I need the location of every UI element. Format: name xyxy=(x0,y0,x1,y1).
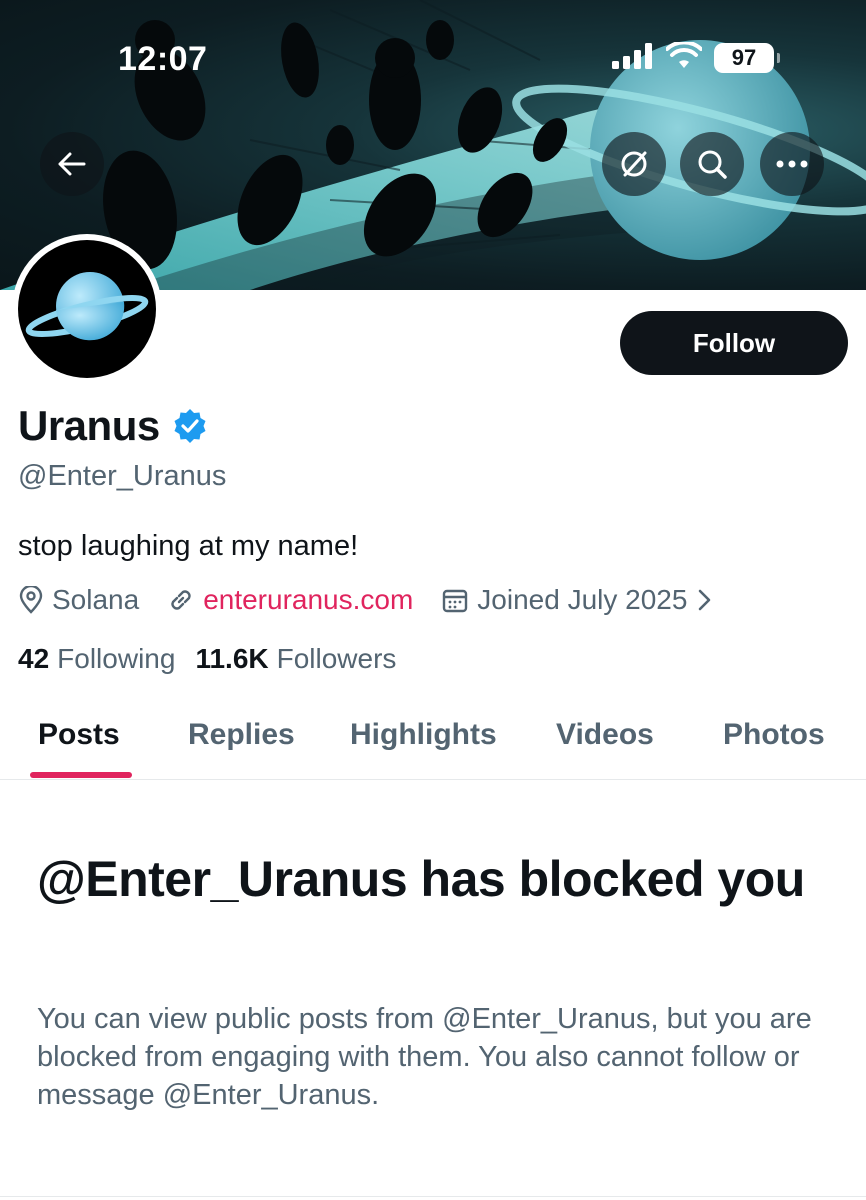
following-count: 42 xyxy=(18,643,50,674)
planet-icon xyxy=(25,272,149,341)
profile-handle: @Enter_Uranus xyxy=(18,460,227,492)
profile-meta: Solana enteruranus.com Joined July 2025 xyxy=(18,584,741,616)
search-button[interactable] xyxy=(680,132,744,196)
tab-replies[interactable]: Replies xyxy=(188,718,295,752)
tab-posts[interactable]: Posts xyxy=(38,718,120,752)
more-options-button[interactable] xyxy=(760,132,824,196)
verified-badge-icon[interactable] xyxy=(172,408,208,444)
blocked-title: @Enter_Uranus has blocked you xyxy=(37,851,805,907)
joined-text: Joined July 2025 xyxy=(477,584,688,615)
display-name-row: Uranus xyxy=(18,402,208,450)
following-label: Following xyxy=(57,643,176,674)
status-time: 12:07 xyxy=(118,40,208,78)
joined-date[interactable]: Joined July 2025 xyxy=(441,584,713,616)
more-icon xyxy=(776,160,808,168)
noise-icon xyxy=(621,151,647,177)
follow-button[interactable]: Follow xyxy=(620,311,848,375)
location-pin-icon xyxy=(19,586,43,614)
avatar[interactable] xyxy=(12,234,162,384)
chevron-right-icon xyxy=(699,589,711,611)
follow-stats: 42 Following 11.6K Followers xyxy=(18,643,416,675)
location-text: Solana xyxy=(52,584,140,615)
status-bar: 12:07 97 xyxy=(0,0,866,120)
website[interactable]: enteruranus.com xyxy=(167,584,413,616)
display-name: Uranus xyxy=(18,402,160,449)
location: Solana xyxy=(18,584,139,616)
back-arrow-icon xyxy=(58,152,86,176)
link-icon xyxy=(171,590,191,610)
active-tab-indicator xyxy=(30,772,132,778)
profile-bio: stop laughing at my name! xyxy=(18,530,359,562)
wifi-icon xyxy=(665,39,703,75)
followers-stat[interactable]: 11.6K Followers xyxy=(195,643,396,675)
battery-level: 97 xyxy=(731,45,757,70)
avatar-image xyxy=(18,240,156,378)
tab-highlights[interactable]: Highlights xyxy=(350,718,497,752)
following-stat[interactable]: 42 Following xyxy=(18,643,175,675)
blocked-message: You can view public posts from @Enter_Ur… xyxy=(37,1003,812,1111)
status-icons: 97 xyxy=(612,39,780,76)
calendar-icon xyxy=(443,589,468,613)
followers-count: 11.6K xyxy=(195,643,269,674)
mute-button[interactable] xyxy=(602,132,666,196)
tab-videos[interactable]: Videos xyxy=(556,718,654,752)
cellular-signal-icon xyxy=(612,42,654,74)
website-link[interactable]: enteruranus.com xyxy=(203,584,413,616)
profile-tabs: Posts Replies Highlights Videos Photos xyxy=(0,700,866,780)
back-button[interactable] xyxy=(40,132,104,196)
followers-label: Followers xyxy=(276,643,397,674)
tab-photos[interactable]: Photos xyxy=(723,718,825,752)
search-icon xyxy=(698,150,727,179)
battery-icon: 97 xyxy=(714,43,780,73)
divider xyxy=(0,1196,866,1197)
